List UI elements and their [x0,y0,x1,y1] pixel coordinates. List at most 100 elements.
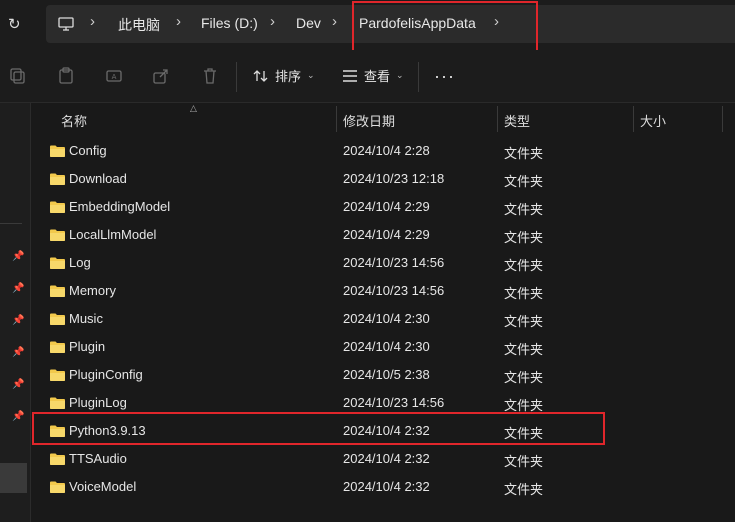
column-divider[interactable] [336,106,337,132]
folder-icon [50,257,65,269]
file-type: 文件夹 [504,370,544,385]
file-modified: 2024/10/23 14:56 [343,395,445,410]
sort-button[interactable]: 排序 ⌄ [253,66,315,85]
address-bar: ↻ › 此电脑 › Files (D:) › Dev › PardofelisA… [0,0,735,56]
toolbar-divider [236,62,237,92]
navigation-pane: 📌 📌 📌 📌 📌 📌 [0,103,31,522]
file-row[interactable]: Config 2024/10/4 2:28 文件夹 [45,137,605,165]
folder-icon [50,229,65,241]
paste-icon[interactable] [57,67,75,85]
pin-icon[interactable]: 📌 [12,315,24,327]
file-row[interactable]: Log 2024/10/23 14:56 文件夹 [45,249,605,277]
refresh-icon[interactable]: ↻ [8,15,24,33]
breadcrumb-dev[interactable]: Dev [296,15,321,31]
file-name: Plugin [69,339,106,354]
chevron-right-icon[interactable]: › [176,13,181,30]
column-header-modified[interactable]: 修改日期 [343,111,395,130]
file-modified: 2024/10/4 2:28 [343,143,430,158]
file-name: LocalLlmModel [69,227,157,242]
file-modified: 2024/10/5 2:38 [343,367,430,382]
pin-icon[interactable]: 📌 [12,347,24,359]
file-row[interactable]: Plugin 2024/10/4 2:30 文件夹 [45,333,605,361]
folder-icon [50,481,65,493]
view-icon [343,69,357,82]
nav-selected-item[interactable] [0,463,27,493]
highlight-box-path [352,1,538,56]
file-type: 文件夹 [504,174,544,189]
folder-icon [50,313,65,325]
folder-icon [50,369,65,381]
view-label: 查看 [364,69,391,84]
copy-icon[interactable] [9,67,27,85]
folder-icon [50,397,65,409]
file-name: Memory [69,283,116,298]
file-modified: 2024/10/4 2:30 [343,339,430,354]
share-icon[interactable] [152,67,170,85]
breadcrumb-drive[interactable]: Files (D:) [201,15,258,31]
view-button[interactable]: 查看 ⌄ [342,66,404,85]
file-type: 文件夹 [504,342,544,357]
file-row[interactable]: LocalLlmModel 2024/10/4 2:29 文件夹 [45,221,605,249]
toolbar-divider [418,62,419,92]
file-name: Config [69,143,107,158]
file-modified: 2024/10/23 14:56 [343,283,445,298]
folder-icon [50,285,65,297]
breadcrumb-this-pc[interactable]: 此电脑 [118,15,160,35]
file-modified: 2024/10/4 2:32 [343,451,430,466]
file-type: 文件夹 [504,454,544,469]
nav-divider [0,223,22,224]
chevron-right-icon[interactable]: › [332,13,337,30]
chevron-down-icon: ⌄ [307,70,315,80]
file-modified: 2024/10/23 12:18 [343,171,445,186]
file-type: 文件夹 [504,482,544,497]
column-divider[interactable] [722,106,723,132]
file-type: 文件夹 [504,258,544,273]
file-name: Music [69,311,103,326]
folder-icon [50,201,65,213]
file-row[interactable]: TTSAudio 2024/10/4 2:32 文件夹 [45,445,605,473]
file-name: EmbeddingModel [69,199,171,214]
chevron-right-icon[interactable]: › [90,13,95,30]
file-modified: 2024/10/4 2:29 [343,199,430,214]
delete-icon[interactable] [201,67,219,85]
file-modified: 2024/10/4 2:30 [343,311,430,326]
column-divider[interactable] [633,106,634,132]
chevron-right-icon[interactable]: › [270,13,275,30]
column-divider[interactable] [497,106,498,132]
command-bar: A 排序 ⌄ 查看 ⌄ ··· [0,50,735,103]
chevron-down-icon: ⌄ [396,70,404,80]
file-row[interactable]: PluginConfig 2024/10/5 2:38 文件夹 [45,361,605,389]
file-row[interactable]: Download 2024/10/23 12:18 文件夹 [45,165,605,193]
folder-icon [50,145,65,157]
file-modified: 2024/10/4 2:32 [343,479,430,494]
highlight-box-python-row [32,412,605,445]
file-row[interactable]: EmbeddingModel 2024/10/4 2:29 文件夹 [45,193,605,221]
file-name: TTSAudio [69,451,127,466]
file-type: 文件夹 [504,146,544,161]
computer-icon[interactable] [58,16,74,32]
file-name: Log [69,255,91,270]
pin-icon[interactable]: 📌 [12,251,24,263]
file-type: 文件夹 [504,314,544,329]
column-header-name[interactable]: 名称 [61,111,87,130]
more-options-button[interactable]: ··· [434,66,455,87]
file-name: PluginLog [69,395,127,410]
file-type: 文件夹 [504,286,544,301]
sort-icon [253,69,268,82]
column-header-type[interactable]: 类型 [504,111,530,130]
file-name: Download [69,171,127,186]
file-row[interactable]: VoiceModel 2024/10/4 2:32 文件夹 [45,473,605,501]
folder-icon [50,341,65,353]
folder-icon [50,173,65,185]
folder-icon [50,453,65,465]
file-row[interactable]: Music 2024/10/4 2:30 文件夹 [45,305,605,333]
column-header-size[interactable]: 大小 [640,111,666,130]
file-row[interactable]: Memory 2024/10/23 14:56 文件夹 [45,277,605,305]
file-type: 文件夹 [504,202,544,217]
sort-label: 排序 [275,69,302,84]
rename-icon[interactable]: A [105,67,123,85]
file-type: 文件夹 [504,230,544,245]
pin-icon[interactable]: 📌 [12,411,24,423]
pin-icon[interactable]: 📌 [12,283,24,295]
pin-icon[interactable]: 📌 [12,379,24,391]
